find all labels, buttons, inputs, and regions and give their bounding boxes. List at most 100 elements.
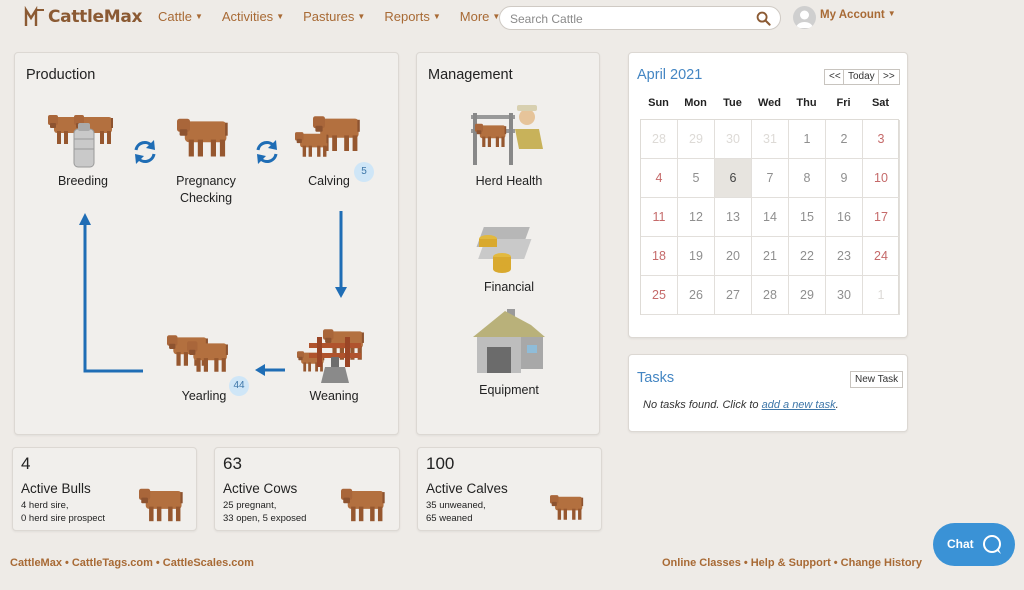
stage-yearling[interactable]: Yearling <box>171 388 237 405</box>
calendar-day[interactable]: 2 <box>826 120 863 159</box>
tasks-title: Tasks <box>637 370 675 386</box>
calendar-day[interactable]: 4 <box>641 159 678 198</box>
stage-weaning[interactable]: Weaning <box>301 388 367 405</box>
chat-button[interactable]: Chat <box>933 523 1015 566</box>
herd-health-icon[interactable] <box>469 99 549 167</box>
calendar-day[interactable]: 14 <box>752 198 789 237</box>
new-task-button[interactable]: New Task <box>850 371 904 388</box>
calendar-day[interactable]: 1 <box>789 120 826 159</box>
calendar-day[interactable]: 26 <box>678 276 715 315</box>
calendar-day[interactable]: 13 <box>715 198 752 237</box>
calendar-day[interactable]: 7 <box>752 159 789 198</box>
calendar-day[interactable]: 31 <box>752 120 789 159</box>
footer-left-links: CattleMax • CattleTags.com • CattleScales.co… <box>10 557 254 569</box>
calendar-day[interactable]: 24 <box>863 237 900 276</box>
calendar-day[interactable]: 18 <box>641 237 678 276</box>
account-menu[interactable]: My Account ▼ <box>793 6 896 29</box>
footer-link-cattlescales[interactable]: CattleScales.com <box>163 557 254 569</box>
footer-link-cattlemax[interactable]: CattleMax <box>10 557 62 569</box>
management-equipment[interactable]: Equipment <box>457 382 561 399</box>
calendar-day[interactable]: 29 <box>678 120 715 159</box>
logo-text: CattleMax <box>48 7 143 27</box>
calendar-today-button[interactable]: Today <box>843 69 880 85</box>
calendar-day[interactable]: 16 <box>826 198 863 237</box>
flow-arrow-down-icon <box>335 211 347 298</box>
cattlemax-logo[interactable]: CattleMax <box>24 5 143 29</box>
logo-icon <box>24 6 44 26</box>
account-label: My Account ▼ <box>820 9 896 21</box>
stat-card-calves[interactable]: 100 Active Calves 35 unweaned, 65 weaned <box>417 447 602 531</box>
calendar-day[interactable]: 1 <box>863 276 900 315</box>
calving-icon[interactable] <box>293 107 367 163</box>
pregnancy-checking-icon[interactable] <box>173 107 237 161</box>
footer-link-online-classes[interactable]: Online Classes <box>662 557 741 569</box>
yearling-count-badge: 44 <box>229 376 249 396</box>
yearling-icon[interactable] <box>165 327 241 379</box>
calendar-day[interactable]: 21 <box>752 237 789 276</box>
cows-detail-1: 25 pregnant, <box>223 500 277 511</box>
calendar-day[interactable]: 28 <box>752 276 789 315</box>
avatar <box>793 6 816 29</box>
calendar-day[interactable]: 12 <box>678 198 715 237</box>
calves-label: Active Calves <box>426 481 508 496</box>
calendar-day-today[interactable]: 6 <box>715 159 752 198</box>
top-nav: CattleMax Cattle ▼ Activities ▼ Pastures ▼ … <box>0 0 1024 34</box>
calendar-day[interactable]: 5 <box>678 159 715 198</box>
stat-card-cows[interactable]: 63 Active Cows 25 pregnant, 33 open, 5 e… <box>214 447 400 531</box>
bulls-label: Active Bulls <box>21 481 91 496</box>
calendar-dow: Tue <box>723 97 742 109</box>
calendar-day[interactable]: 30 <box>715 120 752 159</box>
menu-cattle[interactable]: Cattle ▼ <box>158 9 203 24</box>
calendar-day[interactable]: 11 <box>641 198 678 237</box>
calendar-day[interactable]: 17 <box>863 198 900 237</box>
stage-breeding[interactable]: Breeding <box>43 173 123 190</box>
calendar-day[interactable]: 27 <box>715 276 752 315</box>
stage-calving[interactable]: Calving <box>296 173 362 190</box>
calendar-day[interactable]: 9 <box>826 159 863 198</box>
tasks-empty-message: No tasks found. Click to add a new task. <box>643 399 839 411</box>
footer-link-help-support[interactable]: Help & Support <box>751 557 831 569</box>
stat-card-bulls[interactable]: 4 Active Bulls 4 herd sire, 0 herd sire … <box>12 447 197 531</box>
caret-down-icon: ▼ <box>194 12 203 21</box>
bull-icon <box>139 488 183 522</box>
flow-arrow-left-icon <box>255 364 285 376</box>
account-label-text: My Account <box>820 8 885 21</box>
cows-count: 63 <box>223 454 242 473</box>
footer-link-change-history[interactable]: Change History <box>841 557 922 569</box>
cow-icon <box>341 488 385 522</box>
calendar-day[interactable]: 3 <box>863 120 900 159</box>
calendar-next-button[interactable]: >> <box>878 69 900 85</box>
calendar-day[interactable]: 8 <box>789 159 826 198</box>
calendar-dow: Wed <box>757 97 782 109</box>
menu-more[interactable]: More ▼ <box>460 9 501 24</box>
calendar-day[interactable]: 10 <box>863 159 900 198</box>
calendar-day[interactable]: 15 <box>789 198 826 237</box>
menu-pastures[interactable]: Pastures ▼ <box>303 9 365 24</box>
management-title: Management <box>428 67 513 83</box>
caret-down-icon: ▼ <box>276 12 285 21</box>
caret-down-icon: ▼ <box>432 12 441 21</box>
calendar-day[interactable]: 25 <box>641 276 678 315</box>
menu-reports[interactable]: Reports ▼ <box>384 9 440 24</box>
search-icon[interactable] <box>756 11 771 26</box>
calendar-day[interactable]: 28 <box>641 120 678 159</box>
weaning-icon[interactable] <box>295 321 371 387</box>
calendar-day[interactable]: 23 <box>826 237 863 276</box>
calendar-day[interactable]: 19 <box>678 237 715 276</box>
calendar-dow: Thu <box>796 97 817 109</box>
footer-link-cattletags[interactable]: CattleTags.com <box>72 557 153 569</box>
management-herd-health[interactable]: Herd Health <box>457 173 561 190</box>
calendar-day[interactable]: 22 <box>789 237 826 276</box>
financial-icon[interactable] <box>474 221 544 277</box>
management-financial[interactable]: Financial <box>457 279 561 296</box>
equipment-barn-icon[interactable] <box>471 307 547 377</box>
menu-activities[interactable]: Activities ▼ <box>222 9 284 24</box>
calendar-day[interactable]: 29 <box>789 276 826 315</box>
calendar-day[interactable]: 30 <box>826 276 863 315</box>
calendar-day[interactable]: 20 <box>715 237 752 276</box>
stage-pregnancy-checking[interactable]: Pregnancy Checking <box>166 173 246 207</box>
breeding-icon[interactable] <box>46 107 126 171</box>
search-input[interactable] <box>510 11 745 26</box>
menu-activities-label: Activities <box>221 9 274 24</box>
add-task-link[interactable]: add a new task <box>762 399 836 411</box>
